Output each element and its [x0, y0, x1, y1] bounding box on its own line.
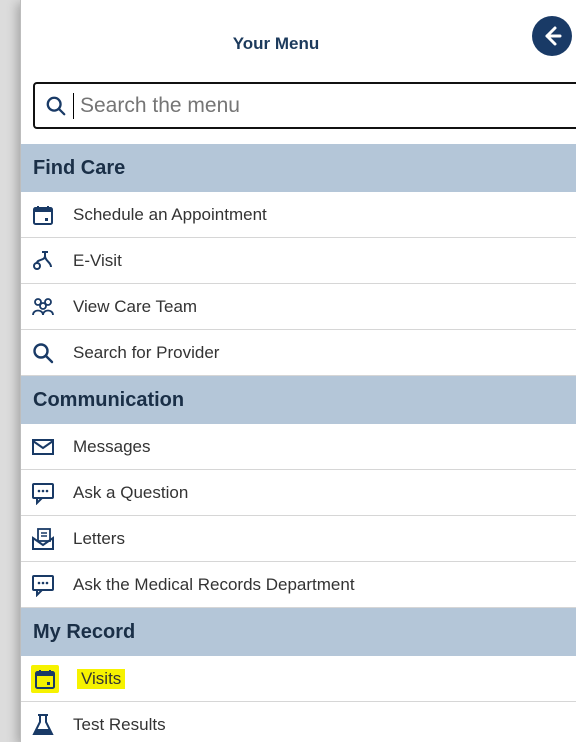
- calendar-icon: [31, 203, 55, 227]
- menu-item-label: Messages: [73, 436, 151, 456]
- menu-title: Your Menu: [232, 34, 320, 53]
- care-team-icon: [31, 295, 55, 319]
- menu-item-ask-a-question[interactable]: Ask a Question: [21, 470, 576, 516]
- menu-item-label: Schedule an Appointment: [73, 204, 267, 224]
- envelope-icon: [31, 435, 55, 459]
- menu-item-view-care-team[interactable]: View Care Team: [21, 284, 576, 330]
- arrow-left-icon: [545, 26, 562, 46]
- search-icon: [31, 341, 55, 365]
- chat-bubble-icon: [31, 481, 55, 505]
- menu-panel: Your Menu Find Care Schedule an Appointme…: [20, 0, 576, 742]
- menu-item-label: E-Visit: [73, 250, 122, 270]
- chat-bubble-icon: [31, 573, 55, 597]
- back-arrow-button[interactable]: [532, 16, 572, 56]
- menu-item-label: View Care Team: [73, 296, 198, 316]
- menu-item-label: Ask the Medical Records Department: [73, 574, 355, 594]
- menu-item-label: Letters: [73, 528, 125, 548]
- menu-item-label: Test Results: [73, 714, 166, 734]
- menu-item-schedule-an-appointment[interactable]: Schedule an Appointment: [21, 192, 576, 238]
- menu-item-letters[interactable]: Letters: [21, 516, 576, 562]
- section-header-communication: Communication: [21, 376, 576, 424]
- menu-item-label: Search for Provider: [73, 342, 220, 362]
- calendar-icon: [31, 664, 59, 693]
- menu-list: Find Care Schedule an Appointment E-Visit V…: [21, 144, 576, 742]
- section-header-my-record: My Record: [21, 608, 576, 656]
- text-cursor: [73, 92, 74, 119]
- menu-item-e-visit[interactable]: E-Visit: [21, 238, 576, 284]
- menu-item-label: Visits: [77, 668, 126, 689]
- section-header-find-care: Find Care: [21, 144, 576, 192]
- menu-item-label: Ask a Question: [73, 482, 189, 502]
- search-box[interactable]: [33, 82, 576, 129]
- menu-item-ask-the-medical-records-department[interactable]: Ask the Medical Records Department: [21, 562, 576, 608]
- menu-item-search-for-provider[interactable]: Search for Provider: [21, 330, 576, 376]
- menu-item-messages[interactable]: Messages: [21, 424, 576, 470]
- menu-header: Your Menu: [21, 0, 576, 92]
- search-input[interactable]: [80, 93, 560, 118]
- stethoscope-icon: [31, 249, 55, 273]
- search-icon: [46, 96, 66, 115]
- letter-icon: [31, 527, 55, 551]
- menu-item-test-results[interactable]: Test Results: [21, 702, 576, 742]
- menu-item-visits[interactable]: Visits: [21, 656, 576, 702]
- flask-icon: [31, 713, 55, 737]
